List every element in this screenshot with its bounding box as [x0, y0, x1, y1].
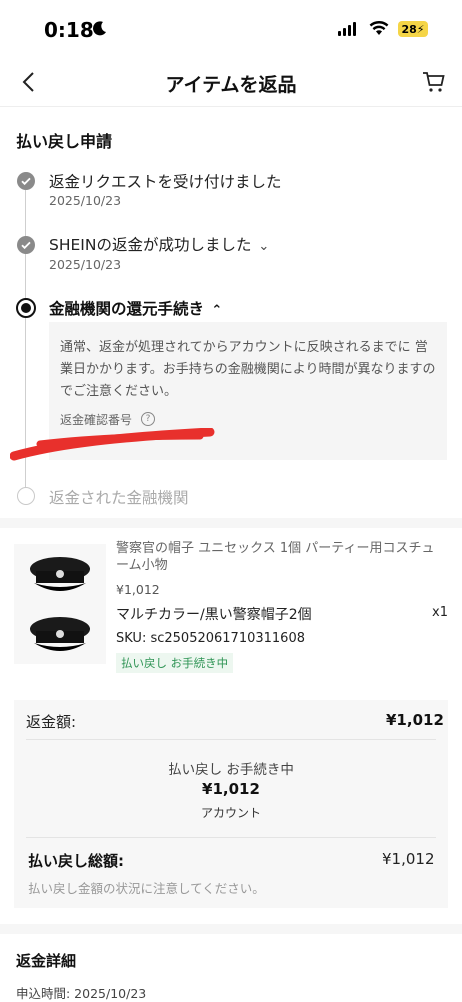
refund-amount-label: 返金額: [26, 713, 77, 731]
refund-status-text: 払い戻し お手続き中 [168, 762, 294, 778]
product-image-police-hat[interactable] [14, 604, 106, 664]
product-image-police-hat[interactable] [14, 544, 106, 604]
battery-icon: 28 ⚡ [398, 21, 428, 37]
status-time: 0:18 [44, 18, 94, 42]
refund-summary-divider [26, 837, 436, 838]
cart-icon[interactable] [422, 70, 446, 94]
step-bank-processing[interactable]: 金融機関の還元手続き ⌃ [49, 297, 222, 319]
step-completed-check-icon [17, 236, 35, 254]
refund-status-amount: ¥1,012 [202, 780, 260, 798]
moon-icon [92, 20, 108, 40]
refund-amount-value: ¥1,012 [386, 711, 444, 729]
chevron-down-icon: ⌄ [258, 239, 270, 254]
refund-applied-time: 申込時間: 2025/10/23 [16, 986, 147, 1001]
section-gap [0, 518, 462, 528]
timeline-line [25, 190, 26, 240]
refund-note: 払い戻し金額の状況に注意してください。 [28, 881, 265, 896]
step-date: 2025/10/23 [49, 193, 122, 208]
wifi-icon [369, 20, 389, 36]
refund-total-label: 払い戻し総額: [28, 852, 124, 870]
product-quantity: x1 [432, 605, 448, 620]
step-bank-processing-label: 金融機関の還元手続き [49, 300, 205, 318]
step-request-received: 返金リクエストを受け付けました [49, 173, 282, 191]
bank-processing-info-text: 通常、返金が処理されてからアカウントに反映されるまでに 営業日かかります。お手持… [60, 340, 436, 399]
product-price: ¥1,012 [116, 582, 160, 597]
step-date: 2025/10/23 [49, 257, 122, 272]
header-divider [0, 106, 462, 107]
product-variant: マルチカラー/黒い警察帽子2個 [116, 607, 312, 623]
step-pending-circle-icon [17, 487, 35, 505]
section-gap [0, 924, 462, 934]
step-refund-success[interactable]: SHEINの返金が成功しました ⌄ [49, 233, 269, 255]
step-refund-success-label: SHEINの返金が成功しました [49, 236, 252, 254]
refund-confirmation-label: 返金確認番号 [60, 413, 133, 427]
cellular-signal-icon [338, 22, 356, 36]
product-sku: SKU: sc25052061710311608 [116, 631, 305, 646]
step-refunded-institution: 返金された金融機関 [49, 489, 189, 507]
product-title[interactable]: 警察官の帽子 ユニセックス 1個 パーティー用コスチューム小物 [116, 540, 446, 574]
step-active-radio-icon [16, 298, 36, 318]
chevron-up-icon: ⌃ [211, 303, 223, 318]
refund-destination-account: アカウント [200, 806, 261, 820]
refund-details-title: 返金詳細 [16, 952, 77, 970]
step-completed-check-icon [17, 172, 35, 190]
timeline-line [25, 318, 26, 488]
refund-total-value: ¥1,012 [382, 850, 435, 868]
battery-level: 28 [401, 22, 417, 36]
refund-summary-divider [26, 739, 436, 740]
product-refund-status-badge: 払い戻し お手続き中 [116, 653, 234, 673]
page-title: アイテムを返品 [165, 74, 297, 96]
red-scribble-redaction [9, 427, 215, 462]
refund-request-title: 払い戻し申請 [16, 132, 113, 151]
timeline-line [25, 252, 26, 300]
help-question-icon[interactable]: ? [141, 412, 155, 426]
